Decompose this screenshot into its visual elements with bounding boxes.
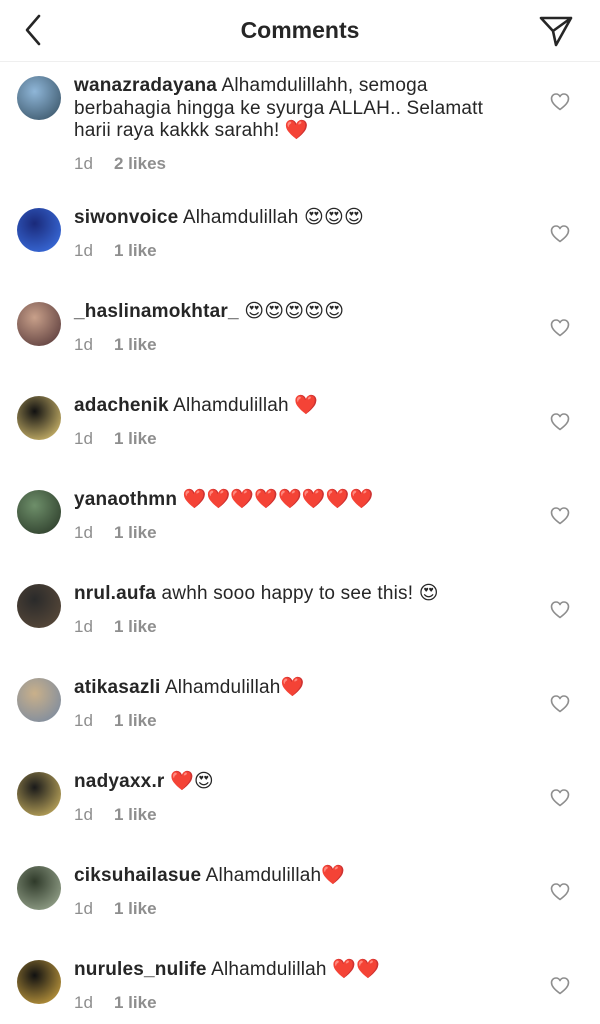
comment-like-count[interactable]: 1 like [114, 993, 157, 1012]
comment-like-count[interactable]: 1 like [114, 899, 157, 918]
comment-timestamp: 1d [74, 617, 93, 636]
avatar[interactable] [17, 396, 61, 440]
comment-row: nurules_nulife Alhamdulillah ❤️❤️ 1d 1 lik… [0, 946, 600, 1024]
avatar[interactable] [17, 866, 61, 910]
comment-username[interactable]: atikasazli [74, 677, 161, 698]
comment-text-block: _haslinamokhtar_ 😍😍😍😍😍 [74, 301, 514, 324]
comment-row: ciksuhailasue Alhamdulillah❤️ 1d 1 like [0, 852, 600, 946]
comment-timestamp: 1d [74, 711, 93, 730]
comment-text-block: nurules_nulife Alhamdulillah ❤️❤️ [74, 959, 514, 982]
comment-meta: 1d 1 like [74, 241, 157, 261]
comment-text-block: siwonvoice Alhamdulillah 😍😍😍 [74, 207, 514, 230]
comment-text-block: ciksuhailasue Alhamdulillah❤️ [74, 865, 514, 888]
comment-timestamp: 1d [74, 523, 93, 542]
comment-text-block: adachenik Alhamdulillah ❤️ [74, 395, 514, 418]
heart-icon[interactable] [550, 788, 570, 808]
comment-meta: 1d 1 like [74, 429, 157, 449]
comment-message: ❤️😍 [170, 771, 214, 792]
comment-meta: 1d 1 like [74, 335, 157, 355]
comment-timestamp: 1d [74, 993, 93, 1012]
comment-username[interactable]: wanazradayana [74, 75, 217, 96]
comment-meta: 1d 1 like [74, 617, 157, 637]
comment-like-count[interactable]: 1 like [114, 429, 157, 448]
page-title: Comments [240, 17, 360, 43]
comment-username[interactable]: adachenik [74, 395, 169, 416]
comment-message: Alhamdulillah ❤️ [173, 395, 319, 416]
comment-message: Alhamdulillah 😍😍😍 [182, 207, 364, 228]
comment-text-block: atikasazli Alhamdulillah❤️ [74, 677, 514, 700]
comment-message: Alhamdulillah❤️ [164, 677, 305, 698]
comment-row: adachenik Alhamdulillah ❤️ 1d 1 like [0, 382, 600, 476]
comment-text-block: nadyaxx.r ❤️😍 [74, 771, 514, 794]
heart-icon[interactable] [550, 506, 570, 526]
comment-message: ❤️❤️❤️❤️❤️❤️❤️❤️ [182, 489, 374, 510]
comment-message: Alhamdulillah ❤️❤️ [211, 959, 380, 980]
comment-timestamp: 1d [74, 241, 93, 260]
comment-username[interactable]: yanaothmn [74, 489, 177, 510]
heart-icon[interactable] [550, 92, 570, 112]
comment-timestamp: 1d [74, 154, 93, 173]
comment-row: siwonvoice Alhamdulillah 😍😍😍 1d 1 like [0, 194, 600, 288]
comment-message: 😍😍😍😍😍 [244, 301, 345, 322]
comment-username[interactable]: _haslinamokhtar_ [74, 301, 239, 322]
comment-meta: 1d 1 like [74, 805, 157, 825]
avatar[interactable] [17, 302, 61, 346]
comment-row: atikasazli Alhamdulillah❤️ 1d 1 like [0, 664, 600, 758]
heart-icon[interactable] [550, 600, 570, 620]
comment-meta: 1d 1 like [74, 899, 157, 919]
comment-timestamp: 1d [74, 429, 93, 448]
comment-text-block: wanazradayana Alhamdulillahh, semoga ber… [74, 75, 514, 143]
comment-username[interactable]: ciksuhailasue [74, 865, 201, 886]
comment-row: nadyaxx.r ❤️😍 1d 1 like [0, 758, 600, 852]
heart-icon[interactable] [550, 882, 570, 902]
comment-like-count[interactable]: 1 like [114, 241, 157, 260]
comment-row: wanazradayana Alhamdulillahh, semoga ber… [0, 62, 600, 194]
comment-message: Alhamdulillah❤️ [205, 865, 346, 886]
comment-like-count[interactable]: 1 like [114, 617, 157, 636]
header-bar: Comments [0, 0, 600, 62]
comment-timestamp: 1d [74, 335, 93, 354]
comment-like-count[interactable]: 1 like [114, 523, 157, 542]
comment-like-count[interactable]: 1 like [114, 805, 157, 824]
heart-icon[interactable] [550, 976, 570, 996]
comment-message: awhh sooo happy to see this! 😍 [161, 583, 439, 604]
avatar[interactable] [17, 960, 61, 1004]
comment-row: _haslinamokhtar_ 😍😍😍😍😍 1d 1 like [0, 288, 600, 382]
comment-text-block: nrul.aufa awhh sooo happy to see this! 😍 [74, 583, 514, 606]
comment-row: yanaothmn ❤️❤️❤️❤️❤️❤️❤️❤️ 1d 1 like [0, 476, 600, 570]
comment-username[interactable]: nrul.aufa [74, 583, 156, 604]
avatar[interactable] [17, 678, 61, 722]
comment-like-count[interactable]: 1 like [114, 711, 157, 730]
heart-icon[interactable] [550, 318, 570, 338]
comment-row: nrul.aufa awhh sooo happy to see this! 😍… [0, 570, 600, 664]
avatar[interactable] [17, 772, 61, 816]
comment-meta: 1d 1 like [74, 523, 157, 543]
comment-username[interactable]: nadyaxx.r [74, 771, 165, 792]
paper-plane-icon[interactable] [538, 14, 574, 48]
heart-icon[interactable] [550, 224, 570, 244]
comment-username[interactable]: siwonvoice [74, 207, 178, 228]
avatar[interactable] [17, 76, 61, 120]
comment-meta: 1d 1 like [74, 993, 157, 1013]
comment-meta: 1d 2 likes [74, 154, 166, 174]
comments-list: wanazradayana Alhamdulillahh, semoga ber… [0, 62, 600, 1024]
comment-like-count[interactable]: 1 like [114, 335, 157, 354]
avatar[interactable] [17, 208, 61, 252]
comment-username[interactable]: nurules_nulife [74, 959, 207, 980]
comment-timestamp: 1d [74, 805, 93, 824]
avatar[interactable] [17, 584, 61, 628]
comment-meta: 1d 1 like [74, 711, 157, 731]
comment-like-count[interactable]: 2 likes [114, 154, 166, 173]
comment-text-block: yanaothmn ❤️❤️❤️❤️❤️❤️❤️❤️ [74, 489, 514, 512]
avatar[interactable] [17, 490, 61, 534]
heart-icon[interactable] [550, 694, 570, 714]
comment-timestamp: 1d [74, 899, 93, 918]
heart-icon[interactable] [550, 412, 570, 432]
